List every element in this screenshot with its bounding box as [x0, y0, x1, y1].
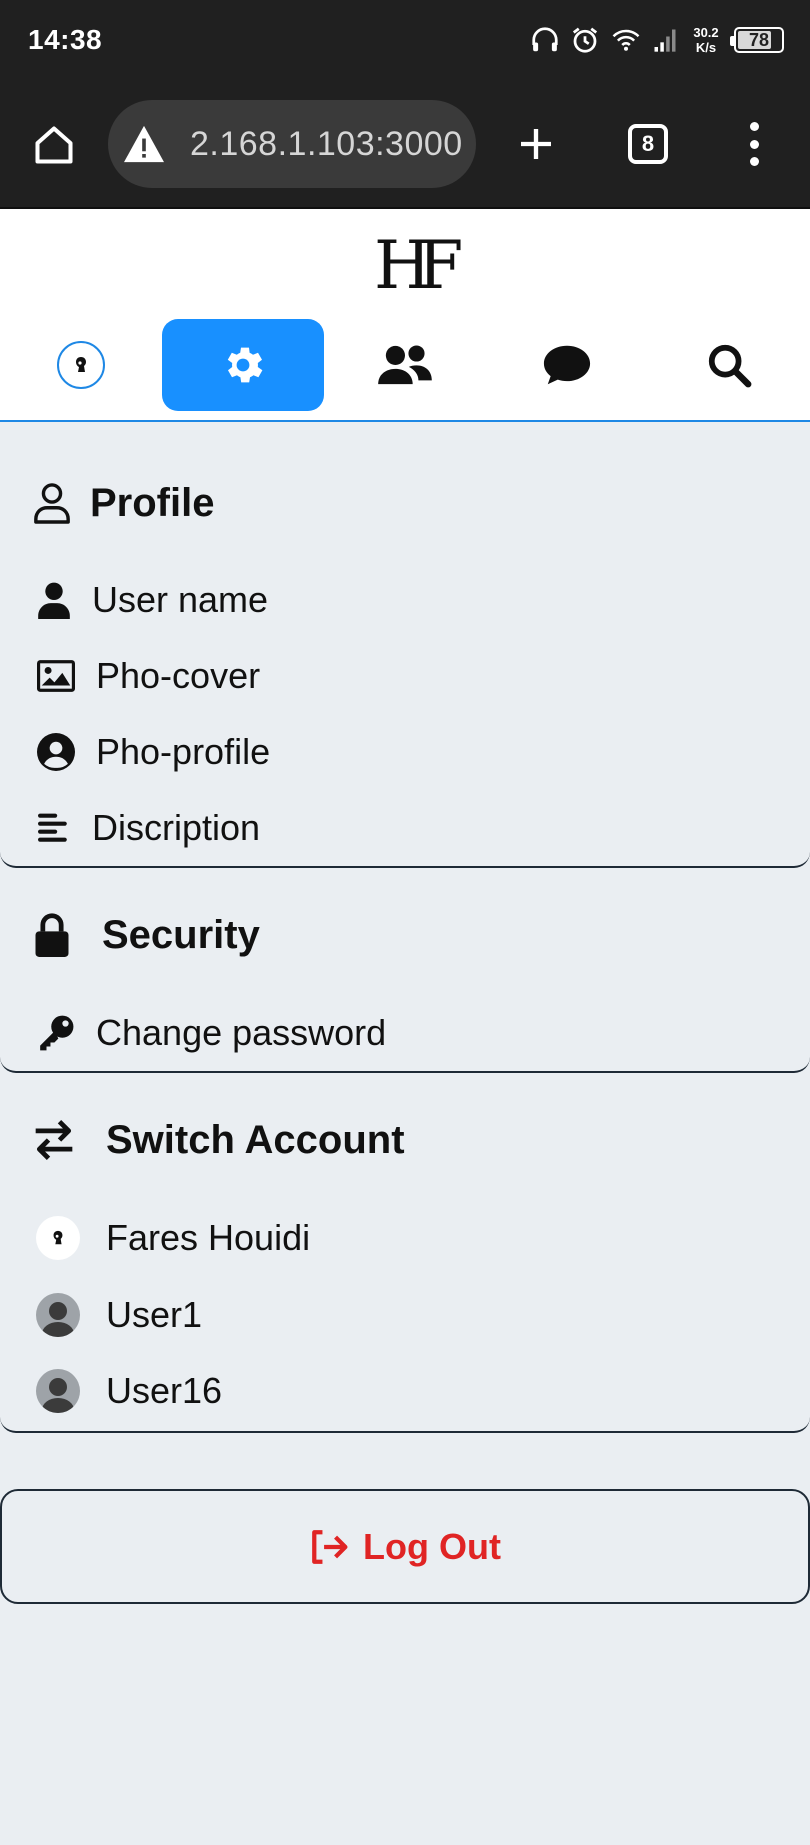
app-logo[interactable]: HF	[374, 231, 463, 301]
image-icon	[36, 660, 76, 692]
nav-search[interactable]	[648, 319, 810, 411]
profile-item-user-name[interactable]: User name	[36, 572, 268, 628]
key-icon	[36, 1014, 76, 1052]
browser-toolbar: 2.168.1.103:3000 8	[0, 80, 810, 209]
security-item-label: Change password	[96, 1012, 387, 1053]
url-text[interactable]: 2.168.1.103:3000	[190, 125, 463, 164]
account-item-label: User16	[106, 1370, 223, 1411]
users-icon	[376, 342, 434, 388]
profile-item-label: Pho-cover	[96, 655, 261, 696]
profile-item-label: Discription	[92, 807, 261, 848]
security-header: Security	[32, 907, 260, 963]
warning-icon[interactable]	[120, 124, 168, 164]
more-vert-icon[interactable]	[742, 122, 766, 166]
profile-title: Profile	[90, 480, 215, 525]
default-avatar-icon	[36, 1369, 80, 1413]
user-outline-icon	[32, 482, 72, 524]
user-circle-icon	[36, 733, 76, 771]
battery-icon: 78	[730, 27, 784, 53]
wifi-icon	[610, 25, 642, 55]
plus-icon[interactable]	[512, 118, 560, 170]
headphones-icon	[530, 25, 560, 55]
account-item-user16[interactable]: User16	[36, 1363, 222, 1419]
logout-button[interactable]: Log Out	[0, 1489, 810, 1604]
signal-icon	[652, 26, 678, 54]
nav-friends[interactable]	[324, 319, 486, 411]
network-speed-unit: K/s	[695, 40, 717, 55]
user-icon	[36, 581, 72, 619]
profile-item-label: Pho-profile	[96, 731, 271, 772]
switch-arrows-icon	[32, 1119, 76, 1161]
profile-section: Profile User name Pho-cover Pho-profile …	[0, 422, 810, 868]
default-avatar-icon	[36, 1293, 80, 1337]
home-icon[interactable]	[28, 120, 80, 170]
chat-icon	[542, 343, 592, 387]
search-icon	[706, 342, 752, 388]
battery-level: 78	[748, 29, 770, 50]
top-nav	[0, 319, 810, 411]
status-bar: 14:38 30.2 K/s 78	[0, 0, 810, 80]
tab-count: 8	[641, 131, 655, 156]
switch-account-header: Switch Account	[32, 1112, 405, 1168]
nav-messages[interactable]	[486, 319, 648, 411]
nav-settings[interactable]	[162, 319, 324, 411]
align-left-icon	[36, 813, 72, 843]
security-item-change-password[interactable]: Change password	[36, 1005, 386, 1061]
account-item-label: Fares Houidi	[106, 1217, 311, 1258]
network-speed-value: 30.2	[693, 25, 719, 40]
logout-label: Log Out	[363, 1525, 501, 1567]
account-item-user1[interactable]: User1	[36, 1287, 202, 1343]
nav-profile-avatar[interactable]	[0, 319, 162, 411]
avatar	[57, 341, 105, 389]
switch-account-section: Switch Account Fares Houidi User1 User16	[0, 1073, 810, 1433]
profile-item-discription[interactable]: Discription	[36, 800, 260, 856]
avatar	[36, 1216, 80, 1260]
lock-icon	[32, 913, 72, 957]
security-section: Security Change password	[0, 868, 810, 1073]
app-header: HF	[0, 209, 810, 422]
logout-icon	[309, 1529, 349, 1565]
switch-account-title: Switch Account	[106, 1117, 405, 1162]
gear-icon	[219, 341, 267, 389]
profile-header: Profile	[32, 475, 214, 531]
network-speed: 30.2 K/s	[688, 25, 724, 55]
profile-item-pho-profile[interactable]: Pho-profile	[36, 724, 270, 780]
status-icons: 30.2 K/s 78	[530, 22, 784, 58]
tabs-icon[interactable]: 8	[628, 124, 668, 164]
security-title: Security	[102, 912, 260, 957]
alarm-icon	[570, 25, 600, 55]
profile-item-label: User name	[92, 579, 269, 620]
account-item-fares-houidi[interactable]: Fares Houidi	[36, 1210, 310, 1266]
account-item-label: User1	[106, 1294, 203, 1335]
status-time: 14:38	[28, 24, 103, 55]
profile-item-pho-cover[interactable]: Pho-cover	[36, 648, 260, 704]
address-bar[interactable]: 2.168.1.103:3000	[108, 100, 476, 188]
